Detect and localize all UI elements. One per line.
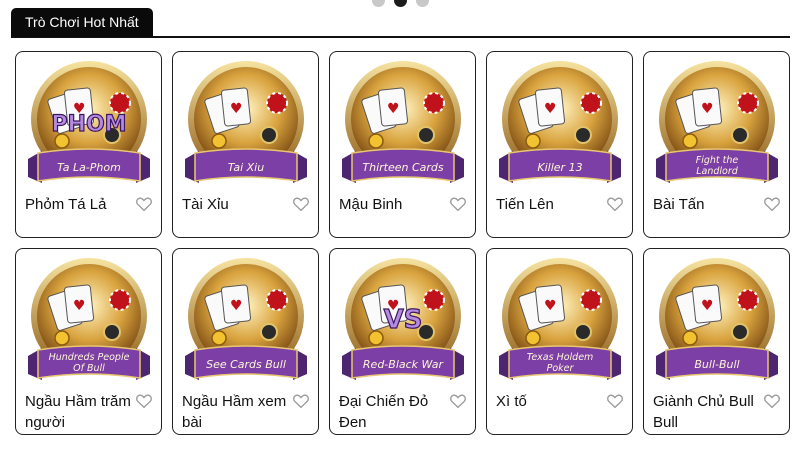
game-title: Mậu Binh [339, 196, 403, 213]
landlord-character-icon: ♥ Fight theLandlord [656, 61, 778, 183]
carousel-indicator [372, 0, 429, 7]
svg-text:♥: ♥ [701, 101, 714, 117]
game-card[interactable]: ♥ Fight the Landlord Bài Tấn [643, 51, 790, 238]
game-grid: ♥ PHOM Ta La-Phom Phỏm Tá Lả ♥ Tai Xiu Tài Xỉu… [15, 51, 795, 435]
banner-text: Of Bull [73, 363, 105, 374]
heart-icon[interactable] [449, 392, 467, 410]
game-card[interactable]: ♥ Tai Xiu Tài Xỉu [172, 51, 319, 238]
game-card[interactable]: ♥ VS Red-Black War Đại Chiến Đỏ Đen [329, 248, 476, 435]
game-title: Tài Xỉu [182, 196, 229, 213]
game-title: Giành Chủ Bull Bull [653, 393, 754, 431]
heart-icon[interactable] [763, 392, 781, 410]
red-black-cards-icon: ♥VSRed-Black War [342, 258, 464, 380]
cards-phom-icon: ♥PHOMTa La-Phom [28, 61, 150, 183]
banner-text: Hundreds People [49, 352, 130, 363]
banner-text: Ta La-Phom [57, 161, 121, 174]
svg-text:♥: ♥ [701, 298, 714, 314]
section-header: Trò Chơi Hot Nhất [11, 8, 790, 38]
svg-text:♥: ♥ [544, 298, 557, 314]
bomb-cards-icon: ♥ Killer 13 [499, 61, 621, 183]
banner-text: Texas Holdem [527, 352, 594, 363]
game-card[interactable]: ♥ PHOM Ta La-Phom Phỏm Tá Lả [15, 51, 162, 238]
svg-text:♥: ♥ [230, 298, 243, 314]
banner-text: Killer 13 [537, 161, 582, 174]
game-title: Phỏm Tá Lả [25, 196, 107, 213]
heart-icon[interactable] [135, 195, 153, 213]
game-card[interactable]: ♥ Killer 13 Tiến Lên [486, 51, 633, 238]
golden-bull-icon: ♥ Bull-Bull [656, 258, 778, 380]
game-card[interactable]: ♥ Hundreds People Of Bull Ngầu Hầm trăm ngư… [15, 248, 162, 435]
dice-cup-icon: ♥ Tai Xiu [185, 61, 307, 183]
section-title: Trò Chơi Hot Nhất [11, 8, 153, 37]
banner-text: Landlord [696, 166, 739, 177]
banner-text: Tai Xiu [228, 161, 264, 174]
heart-icon[interactable] [763, 195, 781, 213]
banner-text: Bull-Bull [694, 358, 739, 371]
banner-text: Red-Black War [363, 358, 445, 371]
svg-text:VS: VS [384, 305, 423, 335]
carousel-dot-active[interactable] [394, 0, 407, 7]
carousel-dot[interactable] [372, 0, 385, 7]
banner-text: Poker [547, 363, 575, 374]
banner-text: Thirteen Cards [362, 161, 444, 174]
game-title: Ngầu Hầm xem bài [182, 393, 287, 431]
banner-text: See Cards Bull [206, 358, 286, 371]
banner-text: Fight the [696, 155, 739, 166]
svg-text:PHOM: PHOM [51, 112, 126, 137]
game-title: Bài Tấn [653, 196, 705, 213]
svg-text:♥: ♥ [230, 101, 243, 117]
game-title: Đại Chiến Đỏ Đen [339, 393, 429, 431]
heart-icon[interactable] [135, 392, 153, 410]
game-card[interactable]: ♥ See Cards Bull Ngầu Hầm xem bài [172, 248, 319, 435]
svg-text:♥: ♥ [73, 298, 86, 314]
heart-icon[interactable] [292, 392, 310, 410]
game-card[interactable]: ♥ Texas Holdem Poker Xì tố [486, 248, 633, 435]
bull-character-icon: ♥ See Cards Bull [185, 258, 307, 380]
svg-text:♥: ♥ [544, 101, 557, 117]
heart-icon[interactable] [606, 392, 624, 410]
cowboy-hat-cards-icon: ♥ Hundreds PeopleOf Bull [28, 258, 150, 380]
carousel-dot[interactable] [416, 0, 429, 7]
game-card[interactable]: ♥ Thirteen Cards Mậu Binh [329, 51, 476, 238]
heart-icon[interactable] [606, 195, 624, 213]
heart-icon[interactable] [292, 195, 310, 213]
game-title: Ngầu Hầm trăm người [25, 393, 131, 431]
crown-cards-icon: ♥ Texas HoldemPoker [499, 258, 621, 380]
heart-icon[interactable] [449, 195, 467, 213]
game-title: Xì tố [496, 393, 527, 410]
svg-text:♥: ♥ [387, 101, 400, 117]
revolver-cards-icon: ♥ Thirteen Cards [342, 61, 464, 183]
game-card[interactable]: ♥ Bull-Bull Giành Chủ Bull Bull [643, 248, 790, 435]
game-title: Tiến Lên [496, 196, 554, 213]
